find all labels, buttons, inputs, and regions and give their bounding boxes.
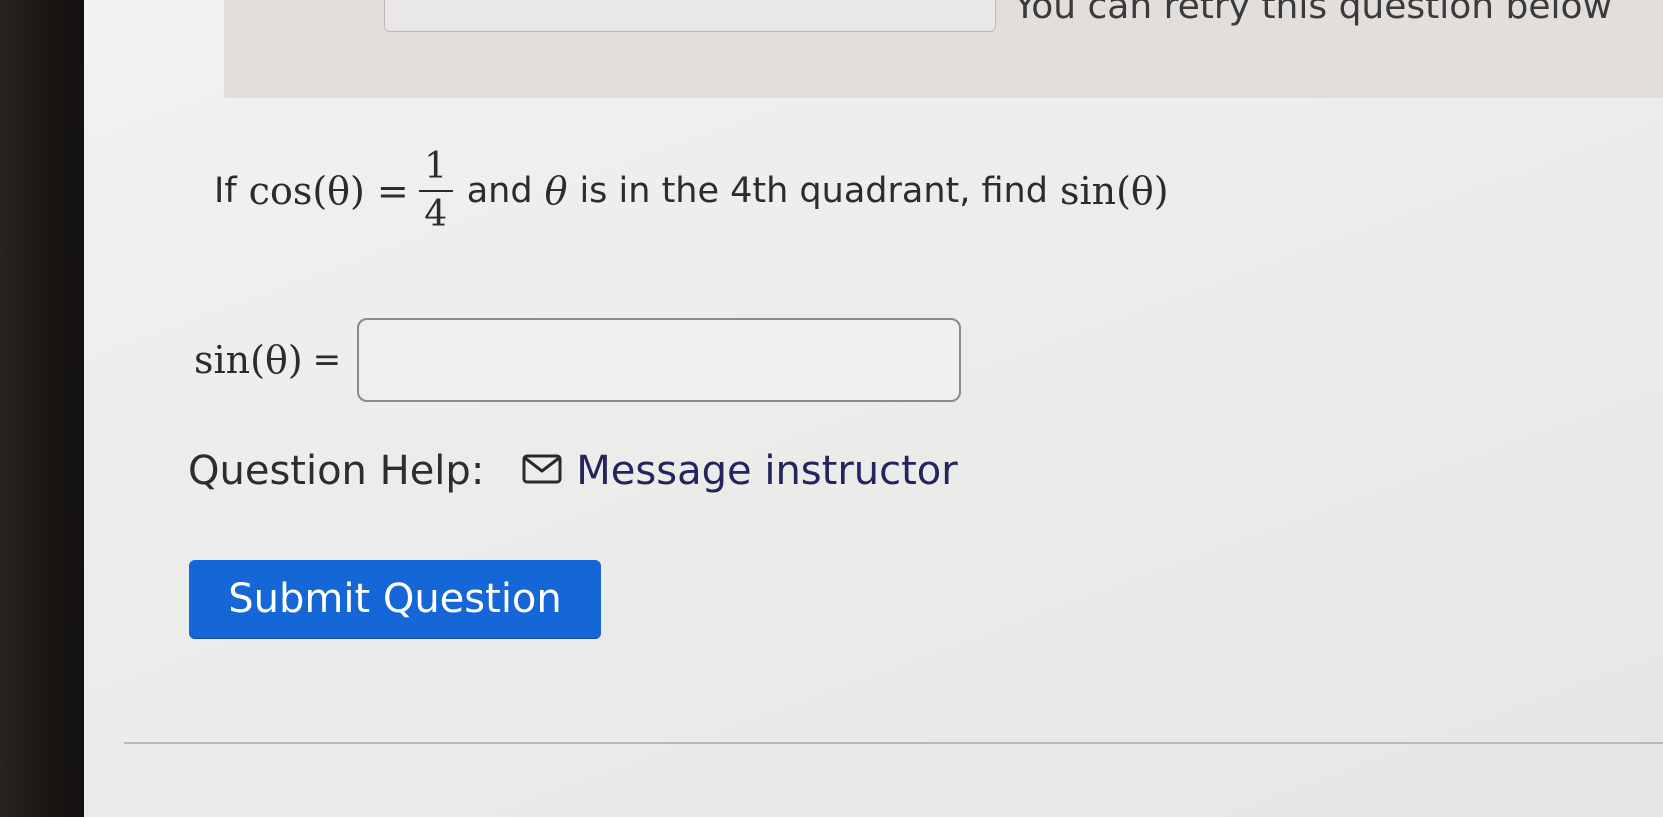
mail-icon <box>522 448 562 494</box>
fraction-numerator: 1 <box>424 146 448 187</box>
message-instructor-label: Message instructor <box>576 448 958 494</box>
question-and: and <box>466 170 533 211</box>
message-instructor-link[interactable]: Message instructor <box>522 448 958 494</box>
retry-banner: You can retry this question below <box>224 0 1663 98</box>
question-help: Question Help: Message instructor <box>188 448 958 494</box>
question-text: If cos(θ) = 1 4 and θ is in the 4th quad… <box>214 148 1169 234</box>
fraction-bar <box>418 189 453 192</box>
answer-input[interactable] <box>357 318 962 402</box>
question-help-label: Question Help: <box>188 448 485 494</box>
cos-expression: cos(θ) <box>248 168 365 213</box>
divider <box>124 742 1663 744</box>
similar-question-button[interactable] <box>384 0 996 32</box>
answer-label: sin(θ) <box>194 338 303 382</box>
question-suffix: is in the 4th quadrant, find <box>579 170 1048 211</box>
retry-text: You can retry this question below <box>1014 0 1613 27</box>
screen: You can retry this question below If cos… <box>84 0 1663 817</box>
question-prefix: If <box>214 170 237 211</box>
fraction-denominator: 4 <box>424 193 448 235</box>
answer-row: sin(θ) = <box>194 318 962 402</box>
submit-question-button[interactable]: Submit Question <box>189 560 601 638</box>
theta-symbol: θ <box>544 168 568 213</box>
answer-equals: = <box>312 340 342 380</box>
sin-expression: sin(θ) <box>1059 168 1169 213</box>
equals-sign: = <box>376 168 409 213</box>
fraction: 1 4 <box>418 146 453 235</box>
